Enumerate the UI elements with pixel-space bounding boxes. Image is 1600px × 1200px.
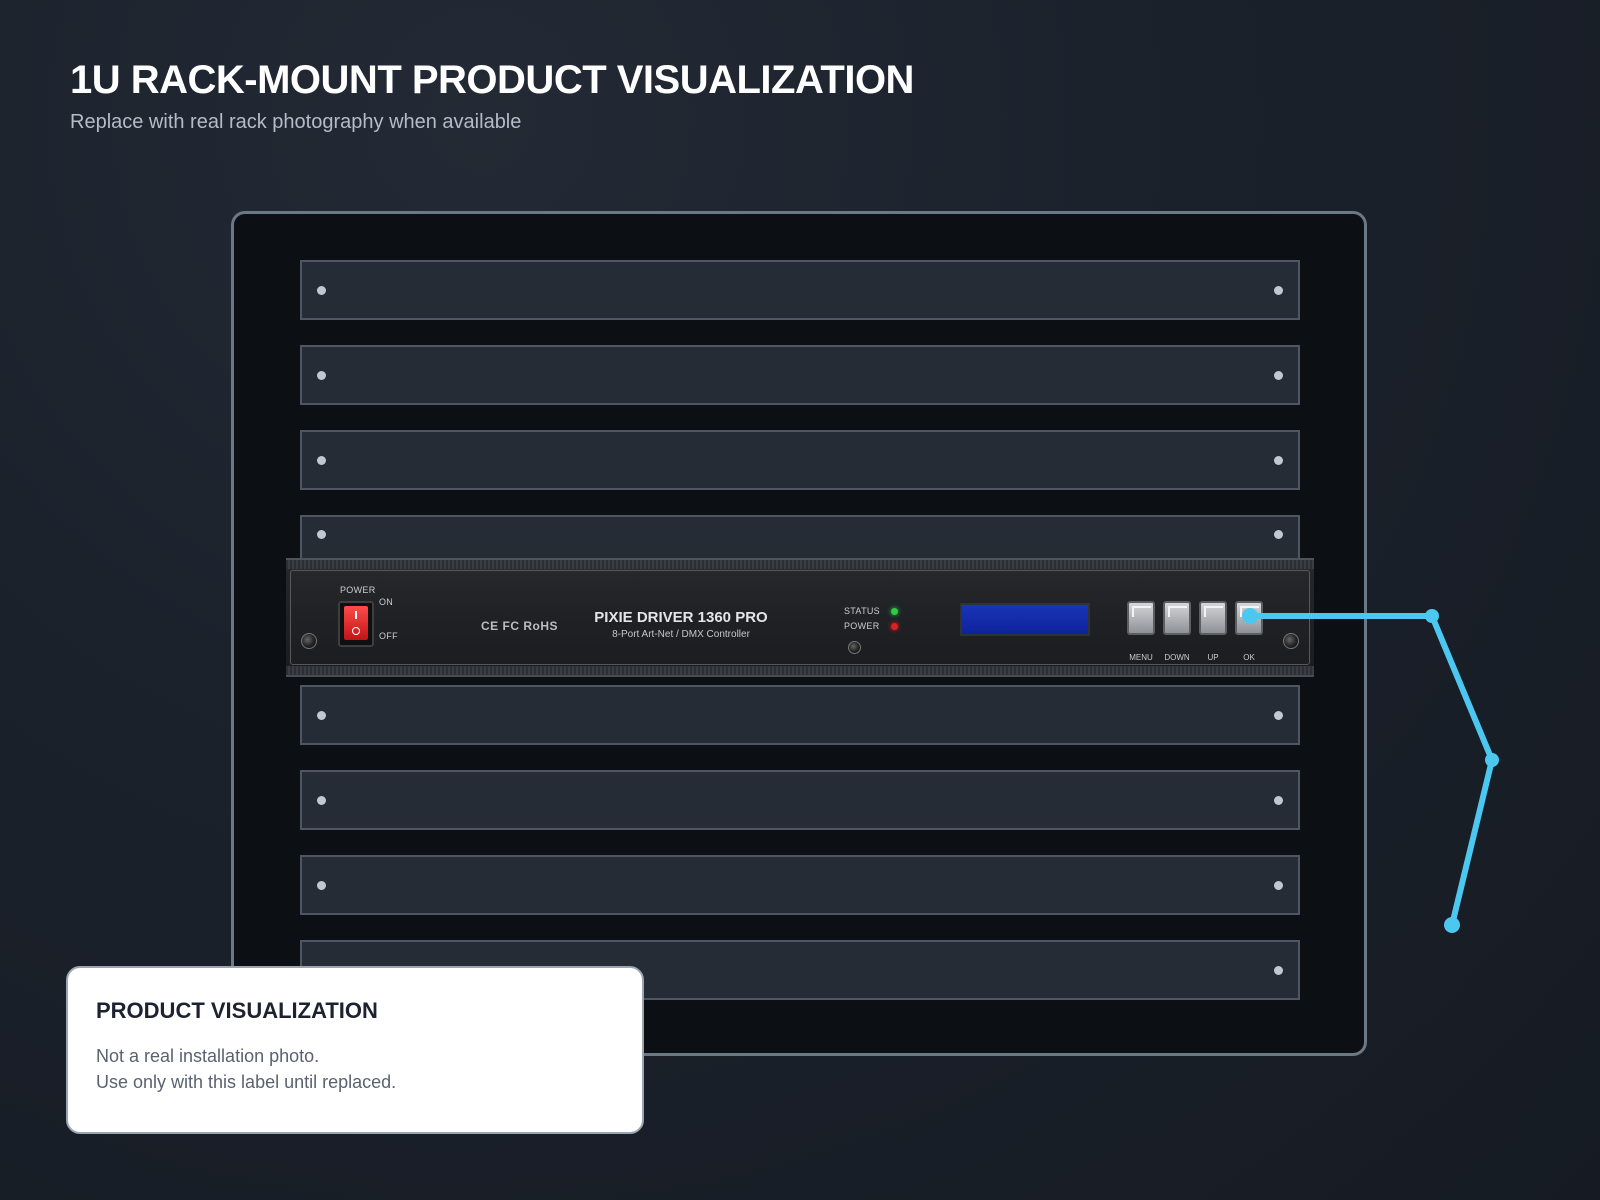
model-subtitle: 8-Port Art-Net / DMX Controller — [612, 629, 750, 640]
mount-hole — [317, 795, 326, 805]
mount-hole — [317, 370, 326, 380]
page-subtitle: Replace with real rack photography when … — [70, 111, 522, 133]
switch-on-label: ON — [379, 597, 394, 607]
mount-hole — [1274, 880, 1283, 890]
switch-off-mark — [352, 627, 360, 635]
rocker-switch-icon — [344, 606, 368, 640]
up-button-label: UP — [1207, 653, 1219, 662]
ok-button[interactable] — [1235, 601, 1263, 635]
callout-joint-dot — [1485, 753, 1499, 767]
reset-button[interactable] — [848, 641, 861, 654]
switch-off-label: OFF — [379, 631, 398, 641]
power-switch[interactable] — [338, 601, 374, 647]
mount-hole — [317, 710, 326, 720]
page-title: 1U RACK-MOUNT PRODUCT VISUALIZATION — [70, 58, 914, 102]
up-button[interactable] — [1199, 601, 1227, 635]
notice-title: PRODUCT VISUALIZATION — [96, 998, 378, 1023]
screw-icon — [301, 633, 317, 649]
mount-hole — [1274, 710, 1283, 720]
callout-joint-dot — [1425, 609, 1439, 623]
mount-hole — [317, 285, 326, 295]
model-name: PIXIE DRIVER 1360 PRO — [594, 609, 768, 626]
blank-panel — [300, 855, 1300, 915]
down-button[interactable] — [1163, 601, 1191, 635]
status-led-icon — [891, 608, 898, 615]
status-led-label: STATUS — [844, 606, 880, 616]
device-top-lip — [286, 560, 1314, 569]
down-button-label: DOWN — [1164, 653, 1190, 662]
menu-button[interactable] — [1127, 601, 1155, 635]
mount-hole — [317, 455, 326, 465]
callout-end-dot — [1444, 917, 1460, 933]
notice-line-1: Not a real installation photo. — [96, 1046, 320, 1066]
mount-hole — [1274, 370, 1283, 380]
mount-hole — [1274, 795, 1283, 805]
blank-panel — [300, 685, 1300, 745]
power-led-icon — [891, 623, 898, 630]
certification-marks: CE FC RoHS — [481, 619, 558, 633]
notice-line-2: Use only with this label until replaced. — [96, 1072, 397, 1092]
screw-icon — [1283, 633, 1299, 649]
mount-hole — [1274, 285, 1283, 295]
power-label: POWER — [340, 585, 376, 595]
switch-on-mark — [355, 611, 357, 619]
power-led-label: POWER — [844, 621, 880, 631]
mount-hole — [317, 880, 326, 890]
menu-button-label: MENU — [1129, 653, 1153, 662]
mount-hole — [1274, 965, 1283, 975]
device-bottom-lip — [286, 666, 1314, 675]
blank-panel — [300, 260, 1300, 320]
blank-panel — [300, 345, 1300, 405]
blank-panel — [300, 430, 1300, 490]
lcd-display — [960, 603, 1090, 636]
front-panel: POWER ON OFF CE FC RoHS PIXIE DRIVER 136… — [290, 570, 1310, 665]
rack-device: POWER ON OFF CE FC RoHS PIXIE DRIVER 136… — [286, 558, 1314, 677]
mount-hole — [1274, 455, 1283, 465]
ok-button-label: OK — [1243, 653, 1255, 662]
mount-hole — [1274, 530, 1283, 539]
blank-panel — [300, 770, 1300, 830]
visualization-notice-card: PRODUCT VISUALIZATION Not a real install… — [66, 966, 644, 1134]
mount-hole — [317, 530, 326, 539]
